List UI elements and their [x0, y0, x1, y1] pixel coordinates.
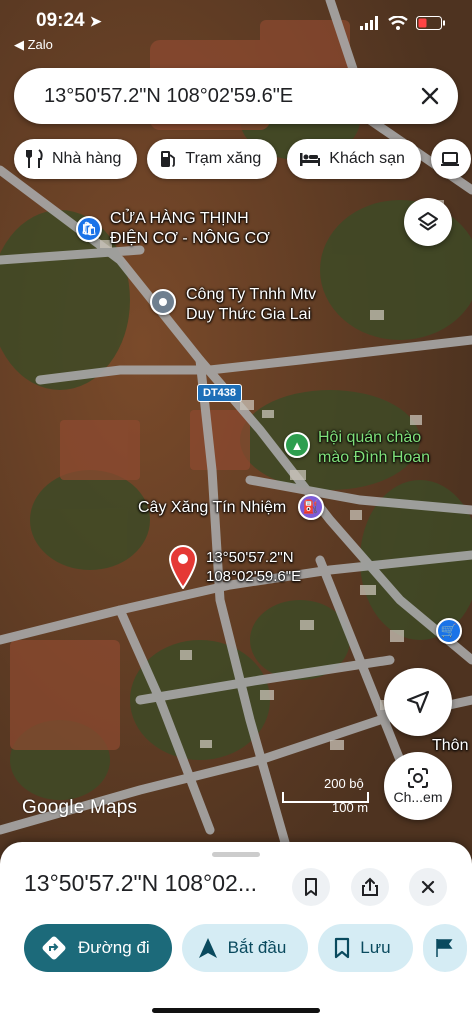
back-to-app-link[interactable]: ◀ Zalo — [14, 37, 53, 53]
my-location-button[interactable] — [384, 668, 452, 736]
gas-station-icon[interactable]: ⛽ — [298, 494, 324, 520]
gas-pump-icon — [161, 151, 176, 167]
poi-label-line: mào Đình Hoan — [318, 449, 431, 466]
location-arrow-icon: ➤ — [89, 13, 102, 29]
sheet-drag-handle[interactable] — [212, 852, 260, 857]
flag-icon — [435, 939, 453, 957]
chip-hotels[interactable]: Khách sạn — [287, 139, 421, 179]
poi-label-cua-hang-thinh[interactable]: CỬA HÀNG THỊNH ĐIỆN CƠ - NÔNG CƠ — [110, 209, 270, 249]
road-badge: DT438 — [197, 384, 243, 402]
pin-label-line: 108°02'59.6"E — [206, 568, 302, 585]
bookmark-icon — [305, 878, 317, 896]
battery-icon — [416, 16, 445, 30]
location-dot-icon[interactable] — [150, 289, 176, 315]
shopping-cart-icon[interactable]: 🛒 — [436, 618, 462, 644]
map-scale: 200 bộ 100 m — [282, 776, 378, 820]
close-icon — [421, 880, 435, 894]
poi-label-line: Duy Thức Gia Lai — [186, 306, 312, 323]
close-icon — [421, 87, 439, 105]
poi-label-hoi-quan[interactable]: Hội quán chào mào Đình Hoan — [318, 428, 430, 468]
directions-icon — [42, 936, 66, 960]
bed-icon — [300, 153, 321, 166]
shopping-bag-icon[interactable]: 🛍 — [76, 216, 102, 242]
pin-label-line: 13°50'57.2"N — [206, 549, 294, 566]
chip-label: Trạm xăng — [185, 150, 262, 167]
directions-label: Đường đi — [78, 938, 150, 957]
chip-gas-stations[interactable]: Trạm xăng — [147, 139, 278, 179]
home-indicator — [152, 1008, 320, 1013]
chip-more[interactable] — [430, 139, 471, 179]
dropped-pin-icon[interactable] — [168, 545, 198, 589]
poi-label-line: CỬA HÀNG THỊNH — [110, 210, 249, 227]
share-button[interactable] — [351, 868, 389, 906]
signal-icon — [360, 16, 378, 30]
place-bottom-sheet[interactable]: 13°50'57.2"N 108°02... Đường đi Bắt đầu … — [0, 842, 472, 1024]
more-actions-button[interactable] — [422, 924, 467, 972]
place-title: 13°50'57.2"N 108°02... — [24, 870, 258, 896]
layers-icon — [418, 212, 438, 231]
chip-label: Khách sạn — [329, 150, 405, 167]
wifi-icon — [388, 16, 408, 30]
close-sheet-button[interactable] — [409, 868, 447, 906]
search-query[interactable]: 13°50'57.2"N 108°02'59.6"E — [14, 85, 402, 108]
poi-label-cay-xang[interactable]: Cây Xăng Tín Nhiệm — [138, 498, 286, 518]
clear-search-button[interactable] — [402, 68, 458, 124]
fork-knife-icon — [26, 149, 43, 168]
status-bar: 09:24 ➤ ◀ Zalo — [0, 0, 472, 56]
bookmark-icon — [335, 937, 350, 959]
layers-button[interactable] — [404, 198, 452, 246]
edge-place-label[interactable]: Thôn — [432, 736, 468, 756]
poi-label-line: Công Ty Tnhh Mtv — [186, 286, 317, 303]
save-button[interactable]: Lưu — [318, 924, 413, 972]
action-buttons: Đường đi Bắt đầu Lưu — [24, 924, 467, 972]
clock: 09:24 ➤ — [36, 10, 102, 32]
save-label: Lưu — [360, 938, 391, 957]
directions-button[interactable]: Đường đi — [24, 924, 172, 972]
google-maps-logo: Google Maps — [22, 797, 138, 818]
pin-coordinates-label: 13°50'57.2"N 108°02'59.6"E — [206, 548, 301, 586]
chip-restaurants[interactable]: Nhà hàng — [14, 139, 138, 179]
clock-text: 09:24 — [36, 10, 85, 31]
status-icons — [360, 16, 446, 30]
poi-label-line: ĐIỆN CƠ - NÔNG CƠ — [110, 230, 270, 247]
start-button[interactable]: Bắt đầu — [181, 924, 309, 972]
share-icon — [362, 877, 378, 896]
tree-icon[interactable]: ▲ — [284, 432, 310, 458]
category-chips: Nhà hàng Trạm xăng Khách sạn — [14, 139, 472, 179]
laptop-icon — [440, 152, 459, 166]
camera-lens-icon — [408, 768, 428, 788]
camera-label: Ch...em — [393, 789, 443, 805]
save-bookmark-button[interactable] — [292, 868, 330, 906]
chip-label: Nhà hàng — [52, 150, 122, 167]
navigation-arrow-icon — [406, 690, 430, 714]
scale-imperial: 200 bộ — [324, 776, 364, 791]
start-label: Bắt đầu — [227, 938, 287, 957]
poi-label-line: Hội quán chào — [318, 429, 422, 446]
navigation-arrow-icon — [198, 938, 217, 958]
search-bar[interactable]: 13°50'57.2"N 108°02'59.6"E — [14, 68, 458, 124]
scale-metric: 100 m — [332, 800, 369, 815]
lens-camera-button[interactable]: Ch...em — [384, 752, 452, 820]
poi-label-duy-thuc[interactable]: Công Ty Tnhh Mtv Duy Thức Gia Lai — [186, 285, 316, 325]
